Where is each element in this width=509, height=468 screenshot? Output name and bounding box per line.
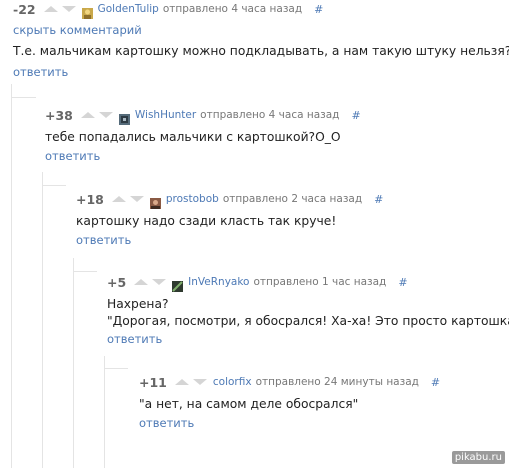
comment-meta: +5 InVeRnyako отправлено 1 час назад #: [107, 273, 509, 292]
thread-line: [73, 258, 74, 468]
comment-timestamp: отправлено 24 минуты назад: [255, 376, 419, 388]
comment-invernyako: +5 InVeRnyako отправлено 1 час назад # Н…: [107, 273, 509, 347]
avatar[interactable]: [172, 277, 184, 292]
comment-meta: +18 prostobob отправлено 2 часа назад #: [76, 190, 383, 209]
avatar[interactable]: [81, 4, 93, 19]
vote-controls: [43, 6, 76, 12]
avatar[interactable]: [149, 194, 161, 209]
downvote-arrow-icon[interactable]: [152, 279, 167, 285]
comment-text: картошку надо сзади класть так круче!: [76, 214, 337, 228]
upvote-arrow-icon[interactable]: [134, 279, 149, 285]
hide-comment-link[interactable]: скрыть комментарий: [13, 23, 509, 38]
comment-text: "а нет, на самом деле обосрался": [139, 397, 359, 411]
thread-line: [11, 97, 36, 98]
comment-permalink[interactable]: #: [374, 193, 383, 206]
comment-thread: -22 GoldenTulip отправлено 4 часа назад …: [0, 0, 509, 468]
downvote-arrow-icon[interactable]: [129, 196, 144, 202]
downvote-arrow-icon[interactable]: [61, 6, 76, 12]
thread-line: [42, 172, 43, 468]
comment-username[interactable]: prostobob: [166, 193, 219, 205]
comment-permalink[interactable]: #: [314, 3, 323, 16]
comment-text-line-2: "Дорогая, посмотри, я обосрался! Ха-ха! …: [107, 314, 509, 328]
reply-link[interactable]: ответить: [45, 149, 361, 164]
comment-meta: +38 WishHunter отправлено 4 часа назад #: [45, 106, 361, 125]
downvote-arrow-icon[interactable]: [192, 379, 207, 385]
comment-username[interactable]: WishHunter: [135, 109, 196, 121]
avatar[interactable]: [118, 110, 130, 125]
comment-username[interactable]: GoldenTulip: [98, 3, 159, 15]
comment-rating: +38: [45, 107, 73, 123]
comment-colorfix: +11 colorfix отправлено 24 минуты назад …: [139, 373, 440, 431]
comment-wishhunter: +38 WishHunter отправлено 4 часа назад #…: [45, 106, 361, 164]
reply-link[interactable]: ответить: [139, 416, 440, 431]
reply-link[interactable]: ответить: [107, 332, 509, 347]
comment-timestamp: отправлено 2 часа назад: [222, 193, 363, 205]
vote-controls: [174, 379, 207, 385]
upvote-arrow-icon[interactable]: [43, 6, 58, 12]
comment-text: тебе попадались мальчики с картошкой?O_O: [45, 130, 341, 144]
upvote-arrow-icon[interactable]: [111, 196, 126, 202]
comment-meta: -22 GoldenTulip отправлено 4 часа назад …: [13, 0, 509, 19]
comment-timestamp: отправлено 4 часа назад: [200, 109, 340, 121]
thread-line: [42, 185, 66, 186]
thread-line: [73, 271, 97, 272]
reply-link[interactable]: ответить: [76, 233, 383, 248]
comment-username[interactable]: InVeRnyako: [188, 276, 249, 288]
thread-line: [104, 368, 128, 369]
comment-rating: +11: [139, 374, 167, 390]
comment-timestamp: отправлено 4 часа назад: [162, 3, 303, 15]
comment-permalink[interactable]: #: [398, 276, 407, 289]
thread-line: [11, 84, 12, 468]
downvote-arrow-icon[interactable]: [98, 112, 113, 118]
vote-controls: [111, 196, 144, 202]
comment-timestamp: отправлено 1 час назад: [253, 276, 387, 288]
comment-rating: +5: [107, 274, 127, 290]
comment-text-line-1: Нахрена?: [107, 297, 169, 311]
thread-line: [104, 356, 105, 468]
comment-prostobob: +18 prostobob отправлено 2 часа назад # …: [76, 190, 383, 248]
comment-rating: +18: [76, 191, 104, 207]
comment-username[interactable]: colorfix: [213, 376, 252, 388]
vote-controls: [134, 279, 167, 285]
comment-meta: +11 colorfix отправлено 24 минуты назад …: [139, 373, 440, 391]
comment-permalink[interactable]: #: [351, 109, 360, 122]
upvote-arrow-icon[interactable]: [174, 379, 189, 385]
comment-goldentulip: -22 GoldenTulip отправлено 4 часа назад …: [13, 0, 509, 80]
reply-link[interactable]: ответить: [13, 65, 509, 80]
upvote-arrow-icon[interactable]: [80, 112, 95, 118]
site-watermark: pikabu.ru: [451, 451, 505, 464]
comment-rating: -22: [13, 1, 36, 17]
comment-text: Т.е. мальчикам картошку можно подкладыва…: [13, 44, 509, 58]
vote-controls: [80, 112, 113, 118]
comment-permalink[interactable]: #: [431, 376, 440, 389]
